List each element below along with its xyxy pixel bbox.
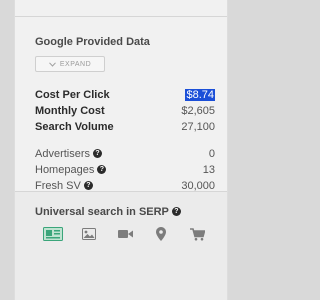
help-icon[interactable]: ?: [97, 165, 107, 174]
metric-label: Advertisers: [35, 148, 91, 160]
metric-value: 27,100: [181, 121, 215, 133]
metric-label: Homepages: [35, 164, 95, 176]
metric-row-cpc: Cost Per Click $8.74: [35, 87, 215, 103]
serp-section: Universal search in SERP?: [15, 192, 227, 300]
help-icon[interactable]: ?: [171, 207, 181, 216]
shopping-cart-icon[interactable]: [187, 227, 207, 241]
serp-feature-icons: [43, 227, 207, 241]
expand-button[interactable]: EXPAND: [35, 56, 105, 72]
metric-label: Cost Per Click: [35, 89, 110, 101]
image-icon[interactable]: [79, 227, 99, 241]
help-icon[interactable]: ?: [93, 149, 103, 158]
chevron-down-icon: [48, 61, 56, 67]
serp-title: Universal search in SERP?: [35, 206, 181, 218]
metric-label: Monthly Cost: [35, 105, 105, 117]
metric-value: 13: [202, 164, 215, 176]
help-icon[interactable]: ?: [83, 181, 93, 190]
metric-value: 0: [208, 148, 215, 160]
metric-label: Search Volume: [35, 121, 114, 133]
metric-row-advertisers: Advertisers? 0: [35, 146, 215, 162]
map-pin-icon[interactable]: [151, 227, 171, 241]
top-section-edge: [15, 0, 227, 17]
keyword-metrics-panel: Google Provided Data EXPAND Cost Per Cli…: [14, 0, 228, 300]
metric-row-monthly-cost: Monthly Cost $2,605: [35, 103, 215, 119]
news-icon[interactable]: [43, 227, 63, 241]
google-provided-title: Google Provided Data: [35, 36, 150, 48]
metric-value-selected[interactable]: $8.74: [185, 89, 215, 101]
metric-value: $2,605: [181, 105, 215, 117]
metric-row-homepages: Homepages? 13: [35, 162, 215, 178]
metric-row-search-volume: Search Volume 27,100: [35, 119, 215, 135]
expand-label: EXPAND: [59, 60, 92, 68]
video-icon[interactable]: [115, 227, 135, 241]
